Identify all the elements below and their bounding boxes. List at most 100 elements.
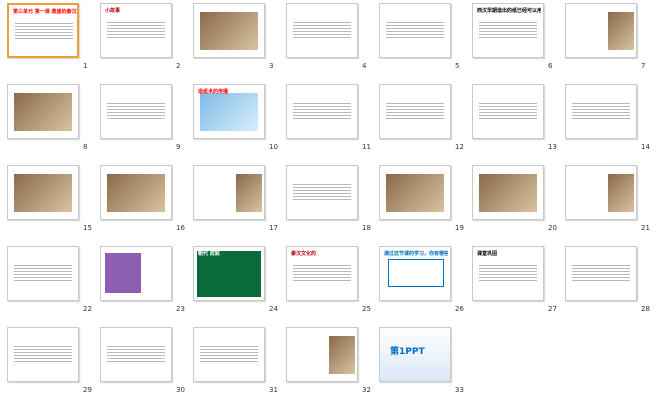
slide-number: 29 xyxy=(83,386,92,394)
slide-thumbnail-9[interactable] xyxy=(100,84,172,139)
slide-text-lines xyxy=(293,182,351,202)
slide-text-lines xyxy=(386,101,444,121)
slide-thumbnail-3[interactable] xyxy=(193,3,265,58)
slide-thumbnail-31[interactable] xyxy=(193,327,265,382)
slide-thumbnail-24[interactable]: 朝代 成就 xyxy=(193,246,265,301)
slide-image xyxy=(107,174,165,212)
slide-thumbnail-32[interactable] xyxy=(286,327,358,382)
slide-caption: 第1PPT xyxy=(390,347,425,357)
slide-thumbnail-20[interactable] xyxy=(472,165,544,220)
slide-thumbnail-10[interactable]: 造纸术的传播 xyxy=(193,84,265,139)
slide-thumbnail-14[interactable] xyxy=(565,84,637,139)
slide-thumbnail-15[interactable] xyxy=(7,165,79,220)
slide-thumbnail-27[interactable]: 课堂巩固 xyxy=(472,246,544,301)
slide-caption: 朝代 成就 xyxy=(198,251,220,257)
slide-text-lines xyxy=(14,344,72,364)
slide-thumbnail-5[interactable] xyxy=(379,3,451,58)
slide-number: 30 xyxy=(176,386,185,394)
slide-text-lines xyxy=(200,344,258,364)
slide-number: 8 xyxy=(83,143,88,151)
slide-image xyxy=(236,174,262,212)
slide-thumbnail-12[interactable] xyxy=(379,84,451,139)
slide-thumbnail-22[interactable] xyxy=(7,246,79,301)
slide-thumbnail-16[interactable] xyxy=(100,165,172,220)
slide-number: 25 xyxy=(362,305,371,313)
slide-caption: 西汉早期造出的纸已经可以用于书写文字和绘图，但是纸比较粗糙，不便书写。 xyxy=(477,8,541,14)
slide-number: 32 xyxy=(362,386,371,394)
slide-image xyxy=(105,253,141,293)
slide-thumbnail-30[interactable] xyxy=(100,327,172,382)
slide-text-lines xyxy=(386,20,444,40)
slide-thumbnail-1[interactable]: 第三单元 第一课 鼎盛的秦汉文化(一) xyxy=(7,3,79,58)
slide-image xyxy=(608,12,634,50)
slide-caption: 秦汉文化的 xyxy=(291,251,317,257)
slide-thumbnail-2[interactable]: 小故事 xyxy=(100,3,172,58)
slide-text-lines xyxy=(479,20,537,40)
slide-preview xyxy=(566,166,636,219)
slide-number: 9 xyxy=(176,143,181,151)
slide-preview xyxy=(287,4,357,57)
slide-thumbnail-13[interactable] xyxy=(472,84,544,139)
slide-number: 10 xyxy=(269,143,278,151)
slide-thumbnail-7[interactable] xyxy=(565,3,637,58)
slide-number: 20 xyxy=(548,224,557,232)
slide-number: 23 xyxy=(176,305,185,313)
slide-thumbnail-19[interactable] xyxy=(379,165,451,220)
slide-thumbnail-17[interactable] xyxy=(193,165,265,220)
slide-number: 11 xyxy=(362,143,371,151)
slide-thumbnail-33[interactable]: 第1PPT xyxy=(379,327,451,382)
slide-preview xyxy=(8,166,78,219)
slide-caption: 造纸术的传播 xyxy=(198,89,229,95)
slide-number: 6 xyxy=(548,62,553,70)
slide-caption: 小故事 xyxy=(105,8,121,14)
slide-number: 16 xyxy=(176,224,185,232)
slide-thumbnail-11[interactable] xyxy=(286,84,358,139)
slide-number: 33 xyxy=(455,386,464,394)
slide-thumbnail-28[interactable] xyxy=(565,246,637,301)
slide-preview xyxy=(101,85,171,138)
slide-image xyxy=(14,174,72,212)
slide-table xyxy=(197,251,261,297)
slide-preview xyxy=(194,166,264,219)
slide-preview xyxy=(8,85,78,138)
slide-caption: 课堂巩固 xyxy=(477,251,498,257)
slide-preview xyxy=(473,85,543,138)
slide-thumbnail-23[interactable] xyxy=(100,246,172,301)
slide-thumbnail-4[interactable] xyxy=(286,3,358,58)
slide-text-lines xyxy=(14,263,72,283)
slide-preview xyxy=(194,328,264,381)
slide-image xyxy=(200,93,258,131)
slide-thumbnail-8[interactable] xyxy=(7,84,79,139)
slide-text-lines xyxy=(479,101,537,121)
slide-text-lines xyxy=(293,263,351,283)
slide-thumbnail-6[interactable]: 西汉早期造出的纸已经可以用于书写文字和绘图，但是纸比较粗糙，不便书写。 xyxy=(472,3,544,58)
slide-preview xyxy=(287,166,357,219)
slide-image xyxy=(386,174,444,212)
slide-preview xyxy=(8,247,78,300)
slide-number: 2 xyxy=(176,62,181,70)
slide-preview xyxy=(473,166,543,219)
slide-number: 7 xyxy=(641,62,646,70)
slide-number: 4 xyxy=(362,62,367,70)
slide-thumbnail-29[interactable] xyxy=(7,327,79,382)
slide-number: 26 xyxy=(455,305,464,313)
slide-number: 3 xyxy=(269,62,274,70)
slide-number: 22 xyxy=(83,305,92,313)
slide-number: 17 xyxy=(269,224,278,232)
slide-image xyxy=(200,12,258,50)
slide-preview xyxy=(380,166,450,219)
slide-preview xyxy=(8,328,78,381)
slide-thumbnail-21[interactable] xyxy=(565,165,637,220)
slide-number: 24 xyxy=(269,305,278,313)
slide-image xyxy=(329,336,355,374)
slide-thumbnail-18[interactable] xyxy=(286,165,358,220)
slide-thumbnail-26[interactable]: 通过这节课的学习，你有哪些收获和体会？ xyxy=(379,246,451,301)
slide-number: 5 xyxy=(455,62,460,70)
slide-text-lines xyxy=(107,101,165,121)
slide-thumbnail-25[interactable]: 秦汉文化的 xyxy=(286,246,358,301)
slide-image xyxy=(479,174,537,212)
slide-preview xyxy=(380,4,450,57)
slide-preview xyxy=(380,85,450,138)
slide-preview xyxy=(287,85,357,138)
slide-number: 27 xyxy=(548,305,557,313)
